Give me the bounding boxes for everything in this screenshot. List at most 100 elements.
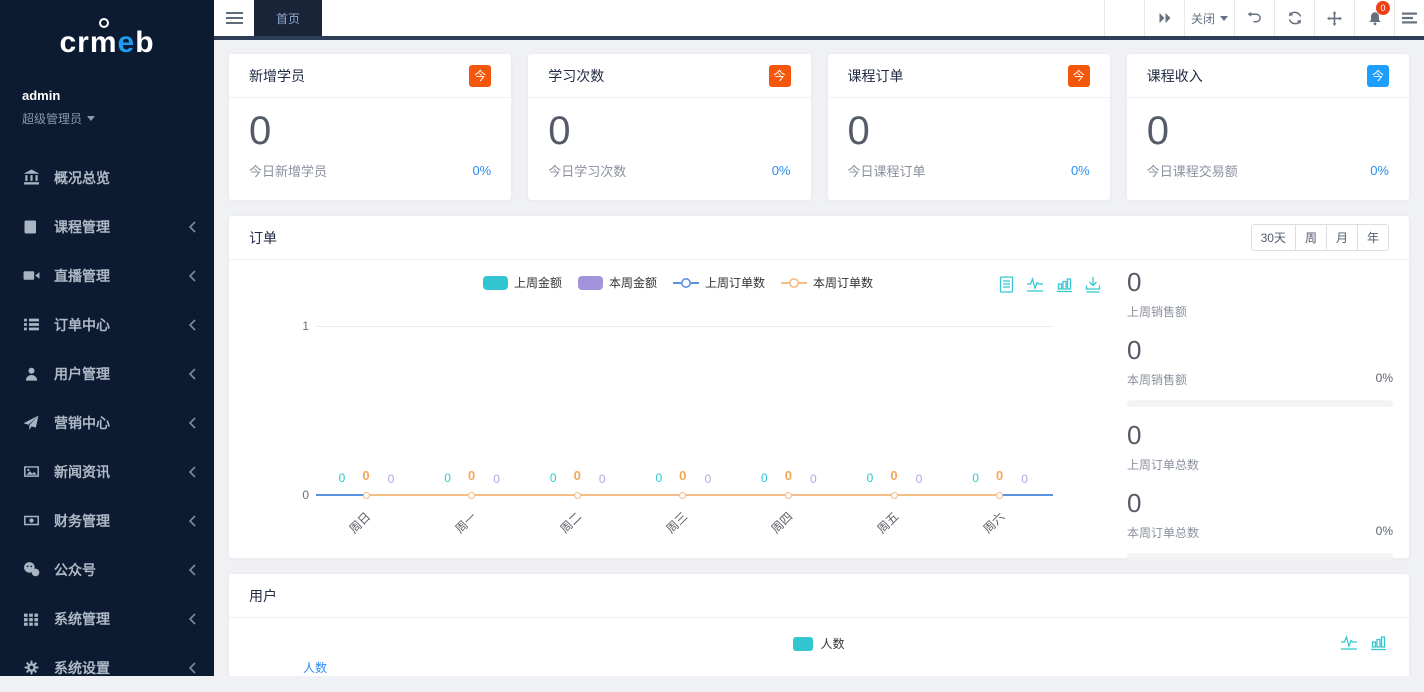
tags-list-button[interactable] [1394, 0, 1424, 36]
legend-last-week-amount[interactable]: 上周金额 [483, 274, 562, 291]
orders-stats: 0 上周销售额 0 本周销售额0% 0 上周订单总数 0 本周订单总数0% [1127, 260, 1409, 559]
card-value: 0 [528, 98, 810, 152]
book-icon [22, 218, 40, 235]
sidebar-item-news[interactable]: 新闻资讯 [0, 447, 214, 496]
collapse-right-button[interactable] [1144, 0, 1184, 36]
y-tick-1: 1 [285, 319, 309, 333]
users-body: 人数 人数 [229, 618, 1409, 676]
notification-badge: 0 [1376, 1, 1390, 15]
logo-m-ring: m [90, 26, 118, 60]
sidebar-item-orders[interactable]: 订单中心 [0, 300, 214, 349]
legend-label: 本周订单数 [813, 274, 873, 291]
sidebar-item-label: 订单中心 [54, 315, 188, 335]
card-title: 课程收入 [1147, 66, 1203, 86]
legend-this-week-orders[interactable]: 本周订单数 [781, 274, 873, 291]
line-chart-icon[interactable] [1026, 276, 1044, 293]
data-label: 0 [565, 468, 589, 483]
notifications-bell-button[interactable]: 0 [1354, 0, 1394, 36]
sidebar-item-label: 系统管理 [54, 609, 188, 629]
download-icon[interactable] [1085, 276, 1101, 293]
line-swatch [673, 276, 699, 290]
bar-chart-icon[interactable] [1370, 634, 1387, 651]
orders-panel: 订单 30天 周 月 年 上周金额 本周金额 [228, 215, 1410, 559]
sidebar-item-courses[interactable]: 课程管理 [0, 202, 214, 251]
users-chart-tools [1340, 634, 1387, 651]
sidebar-item-label: 公众号 [54, 560, 188, 580]
legend-label: 人数 [820, 635, 844, 652]
bar-swatch [793, 637, 813, 651]
data-label: 0 [379, 472, 403, 486]
users-axis-label: 人数 [303, 659, 327, 676]
video-icon [22, 267, 40, 284]
file-icon[interactable] [999, 276, 1014, 293]
legend-last-week-orders[interactable]: 上周订单数 [673, 274, 765, 291]
data-label: 0 [590, 472, 614, 486]
data-label: 0 [354, 468, 378, 483]
bank-icon [22, 169, 40, 186]
tab-label: 首页 [276, 10, 300, 27]
line-chart-icon[interactable] [1340, 634, 1358, 651]
stat-line: 0 上周销售额 [1127, 268, 1393, 320]
card-sub-label: 今日课程交易额 [1147, 161, 1238, 180]
topbar: 首页 关闭 0 [214, 0, 1424, 36]
stat-value: 0 [1127, 421, 1393, 449]
chevron-left-icon [188, 662, 196, 674]
chevron-left-icon [188, 417, 196, 429]
data-label: 0 [436, 471, 460, 485]
user-name: admin [22, 88, 214, 103]
card-value: 0 [1127, 98, 1409, 152]
sidebar-item-users[interactable]: 用户管理 [0, 349, 214, 398]
sidebar-item-marketing[interactable]: 营销中心 [0, 398, 214, 447]
bar-chart-icon[interactable] [1056, 276, 1073, 293]
users-chart-legend[interactable]: 人数 [229, 635, 1409, 652]
sidebar-item-system-management[interactable]: 系统管理 [0, 594, 214, 643]
sidebar-item-official-account[interactable]: 公众号 [0, 545, 214, 594]
sidebar-item-overview[interactable]: 概况总览 [0, 153, 214, 202]
fullscreen-move-button[interactable] [1314, 0, 1354, 36]
sidebar-item-live[interactable]: 直播管理 [0, 251, 214, 300]
stat-percent: 0% [1376, 524, 1393, 541]
range-week-button[interactable]: 周 [1296, 224, 1327, 251]
data-label: 0 [541, 471, 565, 485]
today-badge: 今 [769, 65, 791, 87]
image-icon [22, 463, 40, 480]
card-title: 课程订单 [848, 66, 904, 86]
legend-this-week-amount[interactable]: 本周金额 [578, 274, 657, 291]
sidebar-item-system-settings[interactable]: 系统设置 [0, 643, 214, 692]
sidebar-item-label: 概况总览 [54, 168, 196, 188]
stat-line: 0 本周订单总数0% [1127, 489, 1393, 560]
back-button[interactable] [1234, 0, 1274, 36]
range-year-button[interactable]: 年 [1358, 224, 1389, 251]
bar-swatch [483, 276, 508, 290]
line-swatch [781, 276, 807, 290]
close-tabs-dropdown[interactable]: 关闭 [1184, 0, 1234, 36]
list-icon [22, 316, 40, 333]
x-axis-label: 周日 [322, 508, 374, 560]
stat-value: 0 [1127, 336, 1393, 364]
user-role-dropdown[interactable]: 超级管理员 [22, 110, 214, 127]
user-role-label: 超级管理员 [22, 110, 82, 127]
line-point-marker [679, 492, 686, 499]
line-point-marker [574, 492, 581, 499]
data-label: 0 [752, 471, 776, 485]
card-sub-label: 今日课程订单 [848, 161, 926, 180]
card-percent: 0% [1370, 163, 1389, 178]
chevron-left-icon [188, 515, 196, 527]
stat-card-course-orders: 课程订单今 0 今日课程订单0% [827, 53, 1111, 201]
wechat-icon [22, 561, 40, 578]
stat-percent: 0% [1376, 371, 1393, 388]
card-percent: 0% [472, 163, 491, 178]
collapse-left-button[interactable] [1104, 0, 1144, 36]
data-label: 0 [882, 468, 906, 483]
topbar-toolbar: 关闭 0 [1104, 0, 1424, 36]
range-30days-button[interactable]: 30天 [1251, 224, 1296, 251]
range-month-button[interactable]: 月 [1327, 224, 1358, 251]
data-label: 0 [801, 472, 825, 486]
sidebar-item-finance[interactable]: 财务管理 [0, 496, 214, 545]
hamburger-menu-button[interactable] [214, 0, 254, 36]
gridline-1 [316, 326, 1053, 327]
data-label: 0 [907, 472, 931, 486]
refresh-icon[interactable] [1274, 0, 1314, 36]
sidebar-menu: 概况总览 课程管理 直播管理 订单中心 [0, 153, 214, 692]
tab-home[interactable]: 首页 [254, 0, 322, 36]
